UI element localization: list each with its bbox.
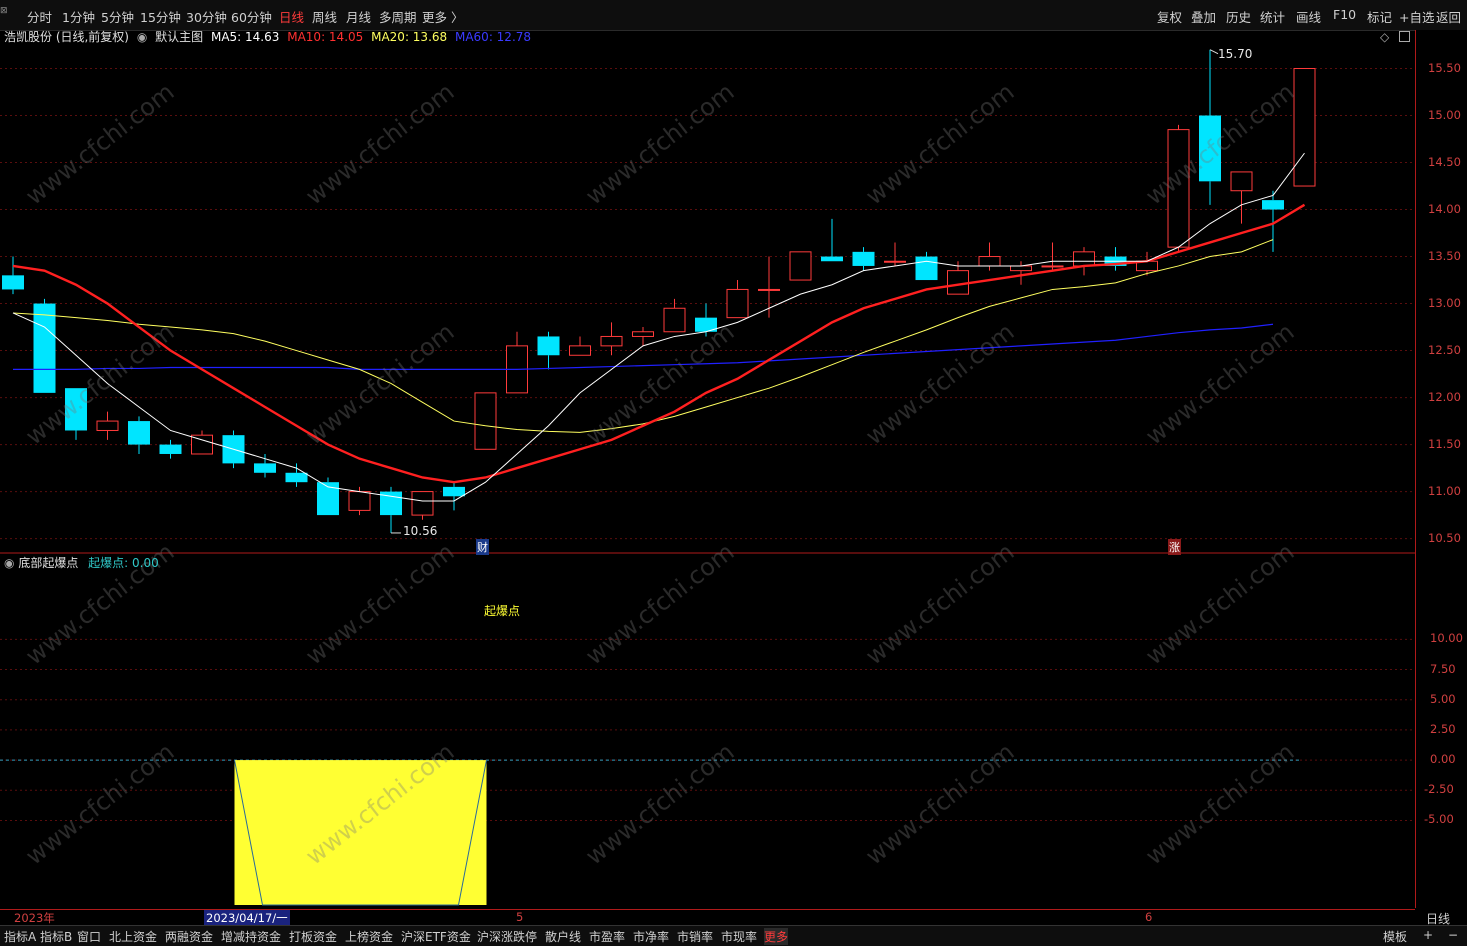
stock-name: 浩凯股份 (日线,前复权) <box>4 30 129 44</box>
candle-down <box>915 256 938 281</box>
candle-down <box>1199 115 1221 182</box>
candle-up <box>726 288 749 319</box>
indicator-header: ◉ 底部起爆点 起爆点: 0.00 <box>4 554 159 571</box>
template-name[interactable]: 默认主图 <box>155 30 203 44</box>
month-5-label: 5 <box>516 910 524 924</box>
candle-up <box>789 251 812 281</box>
candle-up <box>411 491 434 516</box>
indicator-axis-label: 2.50 <box>1430 721 1456 736</box>
candle-down <box>852 251 875 266</box>
candle-up <box>758 288 780 291</box>
signal-block <box>234 760 487 905</box>
candle-down <box>285 472 308 483</box>
price-axis-label: 14.00 <box>1428 201 1461 216</box>
indicator-axis-label: 10.00 <box>1430 631 1463 646</box>
candle-up <box>632 331 654 337</box>
indicator-value: 起爆点: 0.00 <box>88 556 159 570</box>
tab-pb[interactable]: 市净率 <box>633 928 669 945</box>
tab-limit-stats[interactable]: 沪深涨跌停 <box>477 928 537 945</box>
tab-limit-board[interactable]: 打板资金 <box>289 928 337 945</box>
candle-up <box>947 270 969 295</box>
tab-window[interactable]: 窗口 <box>77 928 101 945</box>
tab-margin[interactable]: 两融资金 <box>165 928 213 945</box>
ma20-value: MA20: 13.68 <box>371 30 448 44</box>
zoom-out-button[interactable]: − <box>1448 928 1458 942</box>
tab-holdings-change[interactable]: 增减持资金 <box>221 928 281 945</box>
high-marker <box>1209 49 1219 55</box>
candle-down <box>821 256 843 262</box>
finance-event-tag[interactable]: 财 <box>476 539 489 555</box>
price-axis-label: 10.50 <box>1428 530 1461 545</box>
kline-chart[interactable] <box>0 0 1467 945</box>
indicator-axis-label: 5.00 <box>1430 691 1456 706</box>
candle-up <box>348 491 371 511</box>
candle-up <box>569 345 591 356</box>
indicator-tabs-bar: 指标A 指标B 窗口 北上资金 两融资金 增减持资金 打板资金 上榜资金 沪深E… <box>0 925 1467 946</box>
candle-up <box>1010 265 1032 272</box>
zoom-in-button[interactable]: + <box>1423 928 1433 942</box>
price-axis-label: 11.00 <box>1428 483 1461 498</box>
candle-up <box>978 256 1001 267</box>
maximize-icon[interactable] <box>1399 31 1410 42</box>
price-axis-label: 13.00 <box>1428 295 1461 310</box>
candle-down <box>254 463 276 473</box>
high-price-label: 15.70 <box>1218 47 1253 61</box>
candle-up <box>1230 171 1253 192</box>
price-axis-label: 15.00 <box>1428 107 1461 122</box>
indicator-axis-label: 0.00 <box>1430 752 1456 767</box>
price-axis-label: 13.50 <box>1428 248 1461 263</box>
candle-down <box>33 303 56 393</box>
tab-pe[interactable]: 市盈率 <box>589 928 625 945</box>
candle-down <box>128 421 150 445</box>
tab-ps[interactable]: 市销率 <box>677 928 713 945</box>
candle-up <box>1167 129 1190 248</box>
candle-up <box>96 420 119 431</box>
tab-etf[interactable]: 沪深ETF资金 <box>401 928 471 945</box>
tab-indicator-a[interactable]: 指标A <box>4 928 36 945</box>
ma10-value: MA10: 14.05 <box>287 30 364 44</box>
template-button[interactable]: 模板 <box>1383 928 1407 945</box>
tab-northbound[interactable]: 北上资金 <box>109 928 157 945</box>
indicator-axis-label: 7.50 <box>1430 661 1456 676</box>
candle-up <box>1293 68 1316 187</box>
candle-down <box>65 388 87 431</box>
price-axis-label: 12.50 <box>1428 342 1461 357</box>
tab-top-list[interactable]: 上榜资金 <box>345 928 393 945</box>
price-axis-label: 11.50 <box>1428 436 1461 451</box>
candle-down <box>537 336 560 356</box>
indicator-axis-label: -5.00 <box>1424 812 1454 827</box>
month-6-label: 6 <box>1145 910 1153 924</box>
candle-up <box>663 307 686 333</box>
price-axis-label: 12.00 <box>1428 389 1461 404</box>
price-axis-label: 14.50 <box>1428 154 1461 169</box>
candle-down <box>159 444 182 454</box>
candle-up <box>600 335 623 347</box>
indicator-axis-label: -2.50 <box>1424 782 1454 797</box>
candle-down <box>2 275 24 290</box>
ma5-value: MA5: 14.63 <box>210 30 280 44</box>
selected-date: 2023/04/17/一 <box>204 910 290 926</box>
price-header: 浩凯股份 (日线,前复权) ◉ 默认主图 MA5: 14.63 MA10: 14… <box>4 28 535 45</box>
candle-up <box>884 260 906 263</box>
candle-up <box>1073 251 1095 267</box>
year-label: 2023年 <box>14 911 55 925</box>
candle-up <box>1041 265 1064 268</box>
low-price-label: 10.56 <box>403 524 438 538</box>
candle-up <box>474 392 497 450</box>
limit-up-tag[interactable]: 涨 <box>1168 539 1181 555</box>
tab-more-indicators[interactable]: 更多 <box>764 928 789 945</box>
template-dropdown-icon[interactable]: ◉ <box>137 30 147 44</box>
signal-label: 起爆点 <box>484 604 521 618</box>
tab-pcf[interactable]: 市现率 <box>721 928 757 945</box>
tab-retail-line[interactable]: 散户线 <box>545 928 581 945</box>
candle-down <box>1262 200 1284 210</box>
ma60-value: MA60: 12.78 <box>454 30 532 44</box>
tab-indicator-b[interactable]: 指标B <box>40 928 72 945</box>
price-axis-label: 15.50 <box>1428 60 1461 75</box>
candle-down <box>443 486 465 497</box>
date-axis: 2023年 2023/04/17/一 5 6 <box>0 909 1415 926</box>
diamond-icon[interactable]: ◇ <box>1380 30 1389 44</box>
indicator-dropdown-icon[interactable]: ◉ <box>4 556 14 570</box>
indicator-name[interactable]: 底部起爆点 <box>18 556 78 570</box>
